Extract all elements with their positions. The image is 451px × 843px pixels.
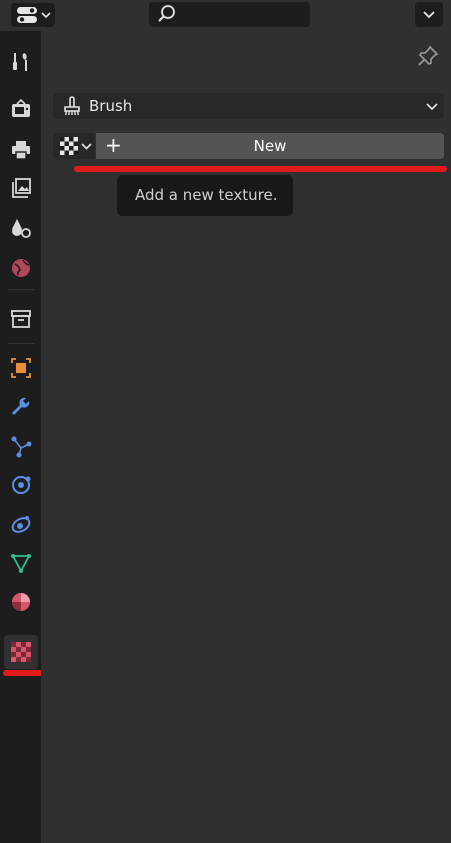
output-tab[interactable] xyxy=(4,133,38,167)
constraints-tab[interactable] xyxy=(4,507,38,541)
tab-separator xyxy=(8,343,34,344)
collection-tab[interactable] xyxy=(4,302,38,336)
context-label: Brush xyxy=(89,97,133,115)
properties-tab-bar xyxy=(0,31,41,843)
collection-icon xyxy=(11,310,31,328)
render-icon xyxy=(12,98,30,117)
world-icon xyxy=(12,259,30,277)
scene-tab[interactable] xyxy=(4,211,38,245)
tab-separator xyxy=(8,289,34,290)
tool-icon xyxy=(13,53,27,71)
texture-checker-icon xyxy=(60,137,78,155)
chevron-down-icon xyxy=(423,11,435,19)
tooltip: Add a new texture. xyxy=(117,175,293,216)
particles-tab[interactable] xyxy=(4,429,38,463)
properties-panel: Brush + New Add a new texture. xyxy=(41,31,451,843)
search-input[interactable] xyxy=(149,2,310,27)
view-layer-icon xyxy=(12,178,31,198)
scene-icon xyxy=(12,219,31,238)
physics-tab[interactable] xyxy=(4,468,38,502)
new-texture-button[interactable]: + New xyxy=(96,133,444,159)
wrench-icon xyxy=(12,397,30,415)
particles-icon xyxy=(11,436,32,458)
editor-type-icon xyxy=(17,7,51,23)
chevron-down-icon xyxy=(81,143,92,150)
texture-tab[interactable] xyxy=(4,635,38,669)
search-icon xyxy=(158,5,175,22)
render-tab[interactable] xyxy=(4,92,38,126)
annotation-underline-new xyxy=(74,166,447,172)
pin-icon[interactable] xyxy=(417,45,439,67)
world-tab[interactable] xyxy=(4,251,38,285)
mesh-data-icon xyxy=(11,554,31,573)
properties-header xyxy=(0,0,451,31)
object-icon xyxy=(11,358,31,378)
output-icon xyxy=(12,141,30,160)
constraints-icon xyxy=(11,516,31,533)
tool-tab[interactable] xyxy=(4,45,38,79)
chevron-down-icon xyxy=(426,103,438,111)
editor-type-button[interactable] xyxy=(11,3,55,27)
view-layer-tab[interactable] xyxy=(4,171,38,205)
tooltip-text: Add a new texture. xyxy=(135,186,278,204)
material-tab[interactable] xyxy=(4,585,38,619)
header-options-dropdown[interactable] xyxy=(415,2,443,27)
texture-checker-icon xyxy=(11,642,31,662)
browse-texture-button[interactable] xyxy=(53,133,95,159)
physics-icon xyxy=(12,476,31,494)
new-button-label: New xyxy=(253,137,287,155)
object-tab[interactable] xyxy=(4,351,38,385)
texture-context-dropdown[interactable]: Brush xyxy=(53,93,444,119)
data-tab[interactable] xyxy=(4,546,38,580)
texture-selector-row: + New xyxy=(53,133,444,159)
brush-icon xyxy=(64,96,80,115)
material-icon xyxy=(12,593,30,611)
modifiers-tab[interactable] xyxy=(4,390,38,424)
